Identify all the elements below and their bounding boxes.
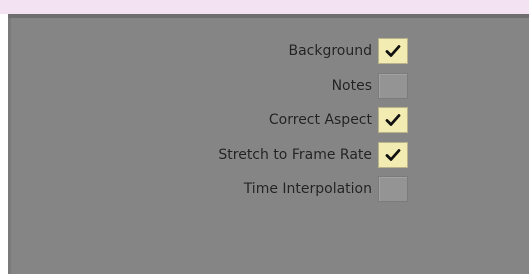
option-row-time-interpolation: Time Interpolation — [244, 176, 408, 202]
option-label-time-interpolation: Time Interpolation — [243, 181, 372, 197]
notes-checkbox[interactable] — [378, 73, 408, 99]
option-row-correct-aspect: Correct Aspect — [269, 107, 408, 133]
stretch-to-frame-rate-checkbox[interactable] — [378, 142, 408, 168]
option-row-stretch-to-frame-rate: Stretch to Frame Rate — [218, 142, 408, 168]
option-row-background: Background — [288, 38, 408, 64]
panel-left-edge — [8, 18, 11, 274]
check-icon — [385, 114, 401, 126]
window-top-band — [0, 0, 529, 14]
option-label-stretch-to-frame-rate: Stretch to Frame Rate — [218, 147, 372, 163]
check-icon — [385, 45, 401, 57]
option-row-notes: Notes — [332, 73, 408, 99]
check-icon — [385, 149, 401, 161]
option-label-notes: Notes — [331, 78, 372, 94]
time-interpolation-checkbox[interactable] — [378, 176, 408, 202]
correct-aspect-checkbox[interactable] — [378, 107, 408, 133]
background-checkbox[interactable] — [378, 38, 408, 64]
option-label-correct-aspect: Correct Aspect — [268, 112, 372, 128]
display-options-panel: Background Notes Correct Aspect Stretch … — [8, 14, 529, 274]
option-label-background: Background — [288, 43, 372, 59]
